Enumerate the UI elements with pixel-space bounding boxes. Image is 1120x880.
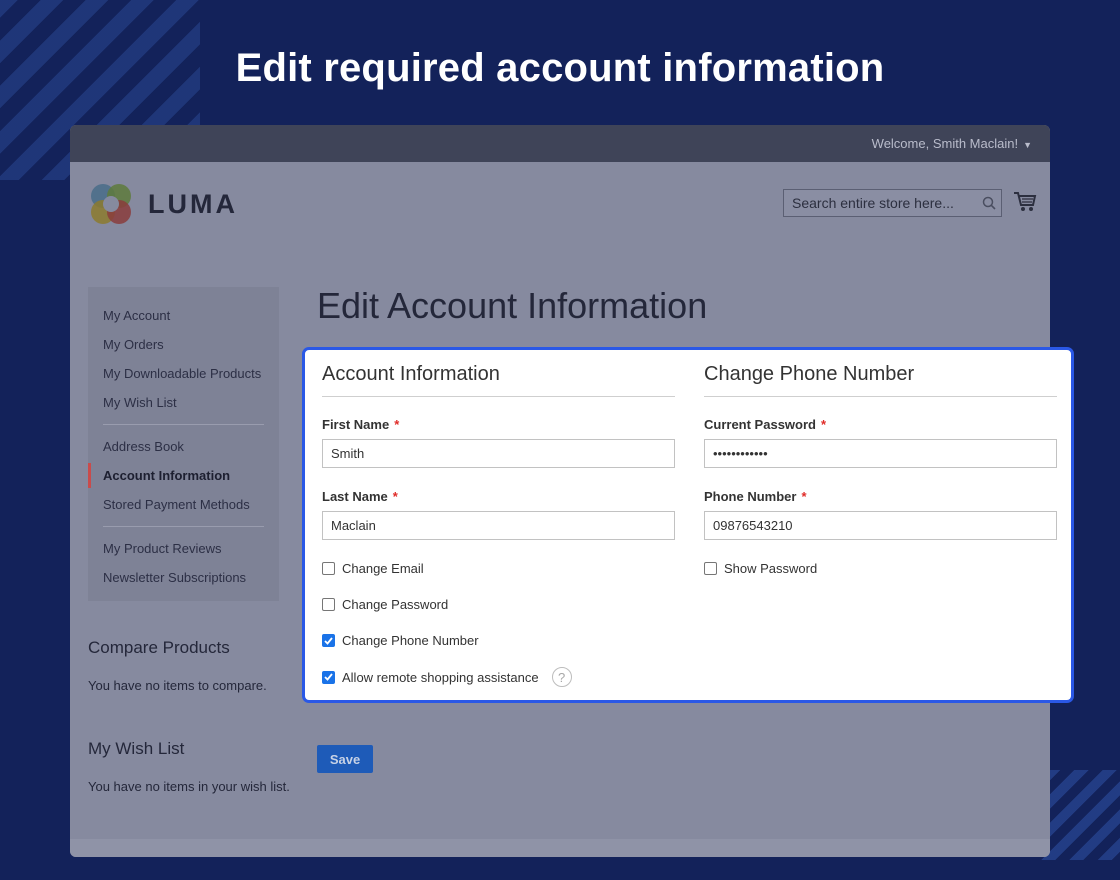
phone-number-label: Phone Number * [704, 489, 807, 504]
last-name-label: Last Name * [322, 489, 398, 504]
change-phone-number-checkbox[interactable]: Change Phone Number [322, 633, 479, 648]
sidebar-divider [103, 424, 264, 425]
sidebar-item-stored-payment-methods[interactable]: Stored Payment Methods [88, 490, 279, 519]
last-name-field[interactable]: Maclain [322, 511, 675, 540]
first-name-label: First Name * [322, 417, 400, 432]
change-email-checkbox[interactable]: Change Email [322, 561, 424, 576]
required-marker: * [394, 417, 400, 432]
sidebar-item-address-book[interactable]: Address Book [88, 432, 279, 461]
show-password-checkbox[interactable]: Show Password [704, 561, 817, 576]
sidebar-item-product-reviews[interactable]: My Product Reviews [88, 534, 279, 563]
current-password-label: Current Password * [704, 417, 827, 432]
sidebar-divider [103, 526, 264, 527]
sidebar-item-my-orders[interactable]: My Orders [88, 330, 279, 359]
sidebar-item-newsletter-subscriptions[interactable]: Newsletter Subscriptions [88, 563, 279, 592]
required-marker: * [820, 417, 827, 432]
sidebar-item-my-wish-list[interactable]: My Wish List [88, 388, 279, 417]
section-divider [322, 396, 675, 397]
save-button[interactable]: Save [317, 745, 373, 773]
account-form-card: Account Information First Name * Smith La… [302, 347, 1074, 703]
page-title: Edit Account Information [317, 285, 708, 326]
show-password-label: Show Password [724, 561, 818, 576]
sidebar-item-my-account[interactable]: My Account [88, 301, 279, 330]
search-placeholder: Search entire store here... [792, 195, 954, 211]
first-name-field[interactable]: Smith [322, 439, 675, 468]
change-phone-number-label: Change Phone Number [342, 633, 479, 648]
change-password-checkbox[interactable]: Change Password [322, 597, 448, 612]
checkbox-unchecked[interactable] [322, 598, 335, 611]
welcome-menu[interactable]: Welcome, Smith Maclain! ▼ [872, 136, 1032, 151]
cart-icon[interactable] [1013, 191, 1037, 213]
phone-number-field[interactable]: 09876543210 [704, 511, 1057, 540]
wish-list-title: My Wish List [88, 739, 185, 758]
compare-products-empty: You have no items to compare. [88, 678, 267, 693]
checkbox-unchecked[interactable] [704, 562, 717, 575]
change-phone-number-title: Change Phone Number [704, 363, 915, 385]
top-bar: Welcome, Smith Maclain! ▼ [70, 125, 1050, 162]
required-marker: * [392, 489, 398, 504]
chevron-down-icon: ▼ [1023, 140, 1032, 150]
account-information-title: Account Information [322, 363, 500, 385]
footer-bar [70, 839, 1050, 857]
question-circle-icon[interactable]: ? [551, 667, 572, 687]
checkbox-checked[interactable] [322, 670, 335, 684]
logo-text: LUMA [148, 188, 238, 219]
sidebar-item-downloadable-products[interactable]: My Downloadable Products [88, 359, 279, 388]
checkbox-checked[interactable] [322, 634, 335, 647]
required-marker: * [801, 489, 807, 504]
hero-title: Edit required account information [235, 46, 885, 90]
account-sidebar: My Account My Orders My Downloadable Pro… [88, 287, 279, 601]
compare-products-title: Compare Products [88, 638, 230, 657]
remote-assistance-label: Allow remote shopping assistance [342, 669, 539, 685]
wish-list-empty: You have no items in your wish list. [88, 779, 290, 794]
search-input[interactable]: Search entire store here... [783, 189, 1002, 217]
change-email-label: Change Email [342, 561, 424, 576]
search-icon[interactable] [977, 190, 1001, 216]
section-divider [704, 396, 1057, 397]
welcome-text: Welcome, Smith Maclain! [871, 136, 1019, 151]
sidebar-item-account-information[interactable]: Account Information [88, 461, 279, 490]
change-password-label: Change Password [342, 597, 449, 612]
luma-logo[interactable]: LUMA [88, 181, 238, 227]
luma-logo-icon [91, 184, 131, 224]
current-password-field[interactable]: •••••••••••• [704, 439, 1057, 468]
checkbox-unchecked[interactable] [322, 562, 335, 575]
remote-assistance-checkbox[interactable]: Allow remote shopping assistance ? [322, 667, 572, 687]
